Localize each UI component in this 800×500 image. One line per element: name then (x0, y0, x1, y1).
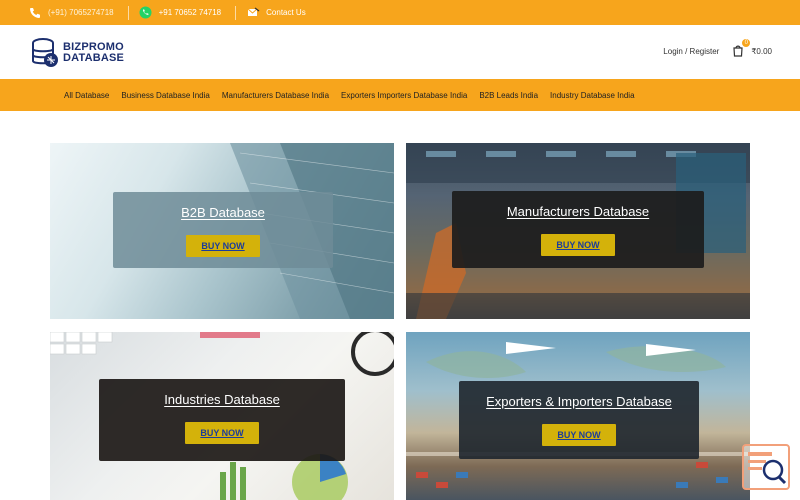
whatsapp-link[interactable]: +91 70652 74718 (139, 6, 222, 20)
header: BIZPROMO DATABASE Login / Register 0 ₹0.… (0, 25, 800, 79)
nav-item-business-database-india[interactable]: Business Database India (121, 91, 210, 100)
nav-item-manufacturers-database-india[interactable]: Manufacturers Database India (222, 91, 329, 100)
logo-line-2: DATABASE (63, 52, 125, 64)
header-actions: Login / Register 0 ₹0.00 (663, 39, 772, 58)
card-panel: Exporters & Importers Database BUY NOW (459, 381, 699, 459)
phone-number: (+91) 7065274718 (48, 8, 114, 17)
card-b2b-database: B2B Database BUY NOW (50, 143, 394, 319)
divider (235, 5, 237, 20)
main-nav: All Database Business Database India Man… (0, 79, 800, 111)
buy-now-button[interactable]: BUY NOW (185, 422, 259, 444)
phone-icon (28, 6, 42, 20)
phone-link[interactable]: (+91) 7065274718 (28, 6, 114, 20)
logo[interactable]: BIZPROMO DATABASE (31, 38, 124, 68)
card-title[interactable]: B2B Database (181, 205, 265, 220)
search-document-button[interactable] (742, 444, 790, 490)
buy-now-button[interactable]: BUY NOW (186, 235, 260, 257)
whatsapp-number: +91 70652 74718 (158, 8, 222, 17)
nav-item-exporters-importers-database-india[interactable]: Exporters Importers Database India (341, 91, 467, 100)
database-logo-icon (32, 38, 58, 67)
login-register-link[interactable]: Login / Register (663, 47, 719, 56)
card-industries-database: Industries Database BUY NOW (50, 332, 394, 500)
logo-text: BIZPROMO DATABASE (63, 42, 124, 64)
card-panel: B2B Database BUY NOW (113, 192, 333, 268)
card-manufacturers-database: Manufacturers Database BUY NOW (406, 143, 750, 319)
nav-item-industry-database-india[interactable]: Industry Database India (550, 91, 635, 100)
cart-button[interactable]: 0 (731, 39, 751, 58)
top-bar: (+91) 7065274718 +91 70652 74718 Contact… (0, 0, 800, 25)
divider (127, 5, 129, 20)
card-exporters-importers-database: Exporters & Importers Database BUY NOW (406, 332, 750, 500)
cart-count-badge: 0 (742, 39, 751, 47)
card-title[interactable]: Manufacturers Database (507, 204, 649, 219)
contact-label: Contact Us (266, 8, 306, 17)
buy-now-button[interactable]: BUY NOW (541, 234, 615, 256)
card-panel: Manufacturers Database BUY NOW (452, 191, 704, 268)
whatsapp-icon (139, 6, 153, 20)
nav-item-b2b-leads-india[interactable]: B2B Leads India (479, 91, 538, 100)
card-panel: Industries Database BUY NOW (99, 379, 345, 461)
contact-link[interactable]: Contact Us (246, 6, 306, 20)
cart-total: ₹0.00 (751, 46, 772, 56)
buy-now-button[interactable]: BUY NOW (542, 424, 616, 446)
contact-icon (246, 6, 260, 20)
search-document-icon (748, 452, 787, 485)
nav-item-all-database[interactable]: All Database (64, 91, 109, 100)
card-title[interactable]: Industries Database (164, 392, 280, 407)
card-title[interactable]: Exporters & Importers Database (486, 394, 672, 409)
